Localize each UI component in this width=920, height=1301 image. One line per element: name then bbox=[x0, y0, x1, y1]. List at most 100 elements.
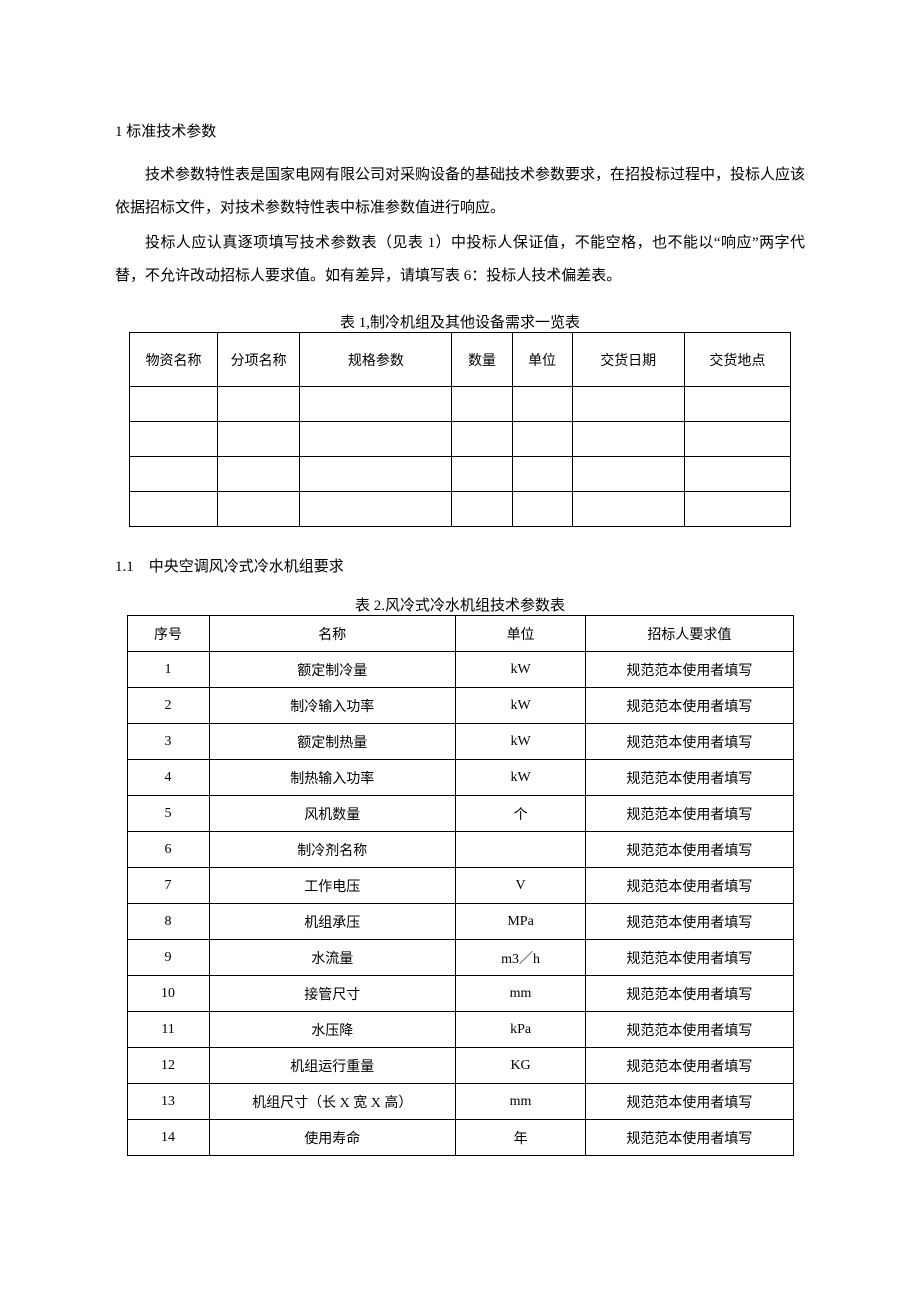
table-2-unit: kPa bbox=[455, 1012, 585, 1048]
table-2-req: 规范范本使用者填写 bbox=[586, 904, 793, 940]
table-row: 3 额定制热量 kW 规范范本使用者填写 bbox=[127, 724, 793, 760]
table-2-unit: mm bbox=[455, 976, 585, 1012]
section-1-1-heading: 1.1 中央空调风冷式冷水机组要求 bbox=[115, 555, 805, 576]
table-1-header-qty: 数量 bbox=[452, 333, 512, 387]
table-cell bbox=[512, 422, 572, 457]
table-cell bbox=[684, 422, 790, 457]
table-row bbox=[130, 387, 791, 422]
table-cell bbox=[300, 387, 452, 422]
table-cell bbox=[300, 422, 452, 457]
table-cell bbox=[572, 422, 684, 457]
section-1-para-1: 技术参数特性表是国家电网有限公司对采购设备的基础技术参数要求，在招投标过程中，投… bbox=[115, 159, 805, 225]
table-2-name: 机组运行重量 bbox=[209, 1048, 455, 1084]
table-2-unit: m3／h bbox=[455, 940, 585, 976]
table-2-unit: MPa bbox=[455, 904, 585, 940]
table-2-req: 规范范本使用者填写 bbox=[586, 796, 793, 832]
table-row: 序号 名称 单位 招标人要求值 bbox=[127, 616, 793, 652]
table-2-header-unit: 单位 bbox=[455, 616, 585, 652]
table-2-unit: V bbox=[455, 868, 585, 904]
table-2-header-req: 招标人要求值 bbox=[586, 616, 793, 652]
table-2-req: 规范范本使用者填写 bbox=[586, 976, 793, 1012]
table-row: 2 制冷输入功率 kW 规范范本使用者填写 bbox=[127, 688, 793, 724]
table-2-name: 额定制热量 bbox=[209, 724, 455, 760]
table-row: 5 风机数量 个 规范范本使用者填写 bbox=[127, 796, 793, 832]
table-row bbox=[130, 457, 791, 492]
table-2-no: 11 bbox=[127, 1012, 209, 1048]
table-row: 9 水流量 m3／h 规范范本使用者填写 bbox=[127, 940, 793, 976]
table-cell bbox=[218, 492, 300, 527]
table-2-no: 12 bbox=[127, 1048, 209, 1084]
table-row: 10 接管尺寸 mm 规范范本使用者填写 bbox=[127, 976, 793, 1012]
table-cell bbox=[218, 457, 300, 492]
section-1-heading: 1 标准技术参数 bbox=[115, 120, 805, 141]
table-2-name: 接管尺寸 bbox=[209, 976, 455, 1012]
table-2-no: 2 bbox=[127, 688, 209, 724]
table-row: 4 制热输入功率 kW 规范范本使用者填写 bbox=[127, 760, 793, 796]
table-2-name: 使用寿命 bbox=[209, 1120, 455, 1156]
table-2-header-no: 序号 bbox=[127, 616, 209, 652]
table-2-name: 工作电压 bbox=[209, 868, 455, 904]
table-2-req: 规范范本使用者填写 bbox=[586, 688, 793, 724]
table-2-unit: kW bbox=[455, 688, 585, 724]
table-row bbox=[130, 422, 791, 457]
table-2-req: 规范范本使用者填写 bbox=[586, 652, 793, 688]
table-row: 14 使用寿命 年 规范范本使用者填写 bbox=[127, 1120, 793, 1156]
table-2-no: 8 bbox=[127, 904, 209, 940]
table-1-header-deliveryloc: 交货地点 bbox=[684, 333, 790, 387]
table-1-header-subitem: 分项名称 bbox=[218, 333, 300, 387]
table-2-name: 额定制冷量 bbox=[209, 652, 455, 688]
table-cell bbox=[684, 492, 790, 527]
table-1-header-unit: 单位 bbox=[512, 333, 572, 387]
table-2-no: 14 bbox=[127, 1120, 209, 1156]
table-2-header-name: 名称 bbox=[209, 616, 455, 652]
table-cell bbox=[512, 387, 572, 422]
table-2: 序号 名称 单位 招标人要求值 1 额定制冷量 kW 规范范本使用者填写 2 制… bbox=[127, 615, 794, 1156]
table-2-req: 规范范本使用者填写 bbox=[586, 724, 793, 760]
table-2-no: 6 bbox=[127, 832, 209, 868]
table-cell bbox=[130, 457, 218, 492]
table-cell bbox=[512, 492, 572, 527]
table-2-name: 机组尺寸（长 X 宽 X 高） bbox=[209, 1084, 455, 1120]
table-1-caption: 表 1,制冷机组及其他设备需求一览表 bbox=[115, 311, 805, 332]
table-row: 1 额定制冷量 kW 规范范本使用者填写 bbox=[127, 652, 793, 688]
table-cell bbox=[130, 422, 218, 457]
table-1-header-spec: 规格参数 bbox=[300, 333, 452, 387]
table-2-req: 规范范本使用者填写 bbox=[586, 1084, 793, 1120]
table-cell bbox=[684, 457, 790, 492]
table-cell bbox=[572, 492, 684, 527]
table-cell bbox=[300, 457, 452, 492]
table-cell bbox=[512, 457, 572, 492]
table-2-req: 规范范本使用者填写 bbox=[586, 1012, 793, 1048]
table-2-no: 7 bbox=[127, 868, 209, 904]
table-row bbox=[130, 492, 791, 527]
table-2-unit: KG bbox=[455, 1048, 585, 1084]
table-2-no: 13 bbox=[127, 1084, 209, 1120]
table-row: 11 水压降 kPa 规范范本使用者填写 bbox=[127, 1012, 793, 1048]
table-cell bbox=[452, 387, 512, 422]
table-cell bbox=[572, 387, 684, 422]
table-cell bbox=[130, 387, 218, 422]
table-cell bbox=[218, 422, 300, 457]
table-2-unit bbox=[455, 832, 585, 868]
table-cell bbox=[300, 492, 452, 527]
table-2-name: 水压降 bbox=[209, 1012, 455, 1048]
table-cell bbox=[572, 457, 684, 492]
table-2-name: 制冷输入功率 bbox=[209, 688, 455, 724]
table-2-req: 规范范本使用者填写 bbox=[586, 940, 793, 976]
table-2-unit: mm bbox=[455, 1084, 585, 1120]
table-2-unit: kW bbox=[455, 724, 585, 760]
table-row: 物资名称 分项名称 规格参数 数量 单位 交货日期 交货地点 bbox=[130, 333, 791, 387]
table-1-header-deliverydate: 交货日期 bbox=[572, 333, 684, 387]
table-2-req: 规范范本使用者填写 bbox=[586, 1120, 793, 1156]
table-2-req: 规范范本使用者填写 bbox=[586, 760, 793, 796]
table-cell bbox=[130, 492, 218, 527]
table-cell bbox=[452, 457, 512, 492]
table-2-name: 制冷剂名称 bbox=[209, 832, 455, 868]
table-cell bbox=[452, 492, 512, 527]
table-2-no: 4 bbox=[127, 760, 209, 796]
table-2-no: 9 bbox=[127, 940, 209, 976]
table-2-req: 规范范本使用者填写 bbox=[586, 832, 793, 868]
table-1-header-material: 物资名称 bbox=[130, 333, 218, 387]
table-2-req: 规范范本使用者填写 bbox=[586, 1048, 793, 1084]
table-2-unit: kW bbox=[455, 652, 585, 688]
